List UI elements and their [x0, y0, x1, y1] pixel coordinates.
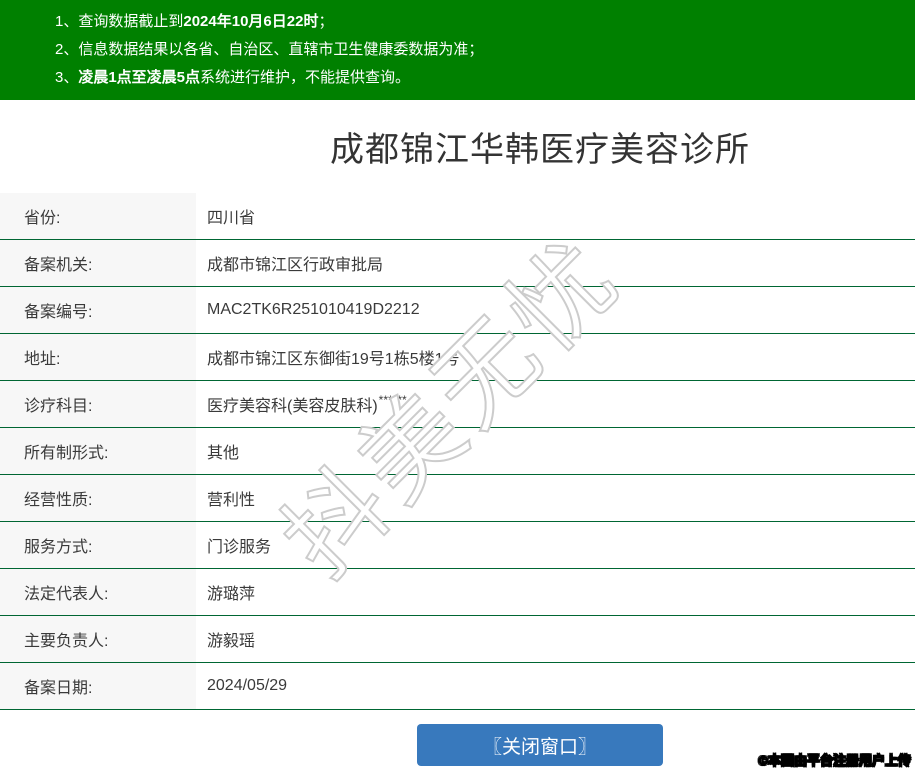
row-value: MAC2TK6R251010419D2212 [207, 301, 420, 318]
row-value: 四川省 [207, 210, 256, 227]
title-wrap: 成都锦江华韩医疗美容诊所 [0, 100, 915, 193]
row-value: 2024/05/29 [207, 677, 288, 694]
row-label: 地址: [0, 334, 196, 380]
table-row-ownership: 所有制形式: 其他 [0, 428, 915, 475]
close-window-button[interactable]: 〖关闭窗口〗 [417, 724, 663, 766]
notice-line: 2、信息数据结果以各省、自治区、直辖市卫生健康委数据为准； [55, 41, 484, 58]
row-label: 备案机关: [0, 240, 196, 286]
row-label: 法定代表人: [0, 569, 196, 615]
notice-line: 3、凌晨1点至凌晨5点系统进行维护，不能提供查询。 [55, 69, 411, 86]
row-value: 成都市锦江区行政审批局 [207, 257, 384, 274]
row-value: 游璐萍 [207, 586, 256, 603]
row-value: 营利性 [207, 492, 256, 509]
table-row-service-mode: 服务方式: 门诊服务 [0, 522, 915, 569]
row-label: 所有制形式: [0, 428, 196, 474]
row-label: 备案日期: [0, 663, 196, 709]
clinic-title: 成都锦江华韩医疗美容诊所 [330, 131, 750, 169]
row-value: 门诊服务 [207, 539, 272, 556]
notice-banner: 1、查询数据截止到2024年10月6日22时； 2、信息数据结果以各省、自治区、… [0, 0, 915, 100]
row-value: 医疗美容科(美容皮肤科) ****** [207, 393, 407, 415]
table-row-address: 地址: 成都市锦江区东御街19号1栋5楼1号 [0, 334, 915, 381]
table-row-record-number: 备案编号: MAC2TK6R251010419D2212 [0, 287, 915, 334]
upload-credit-stamp: ©本图由平台注册用户上传 [758, 753, 912, 769]
row-label: 服务方式: [0, 522, 196, 568]
record-table: 省份: 四川省 备案机关: 成都市锦江区行政审批局 备案编号: MAC2TK6R… [0, 193, 915, 710]
table-row-authority: 备案机关: 成都市锦江区行政审批局 [0, 240, 915, 287]
table-row-legal-representative: 法定代表人: 游璐萍 [0, 569, 915, 616]
row-label: 主要负责人: [0, 616, 196, 662]
row-label: 诊疗科目: [0, 381, 196, 427]
table-row-record-date: 备案日期: 2024/05/29 [0, 663, 915, 710]
notice-line: 1、查询数据截止到2024年10月6日22时； [55, 13, 334, 30]
page-container: 1、查询数据截止到2024年10月6日22时； 2、信息数据结果以各省、自治区、… [0, 0, 915, 766]
page-frame: 1、查询数据截止到2024年10月6日22时； 2、信息数据结果以各省、自治区、… [0, 0, 915, 771]
table-row-departments: 诊疗科目: 医疗美容科(美容皮肤科) ****** [0, 381, 915, 428]
table-row-province: 省份: 四川省 [0, 193, 915, 240]
row-value: 成都市锦江区东御街19号1栋5楼1号 [207, 351, 460, 368]
table-row-principal: 主要负责人: 游毅瑶 [0, 616, 915, 663]
table-row-business-nature: 经营性质: 营利性 [0, 475, 915, 522]
row-label: 省份: [0, 193, 196, 239]
row-label: 经营性质: [0, 475, 196, 521]
row-label: 备案编号: [0, 287, 196, 333]
row-value: 其他 [207, 445, 240, 462]
row-value: 游毅瑶 [207, 633, 256, 650]
